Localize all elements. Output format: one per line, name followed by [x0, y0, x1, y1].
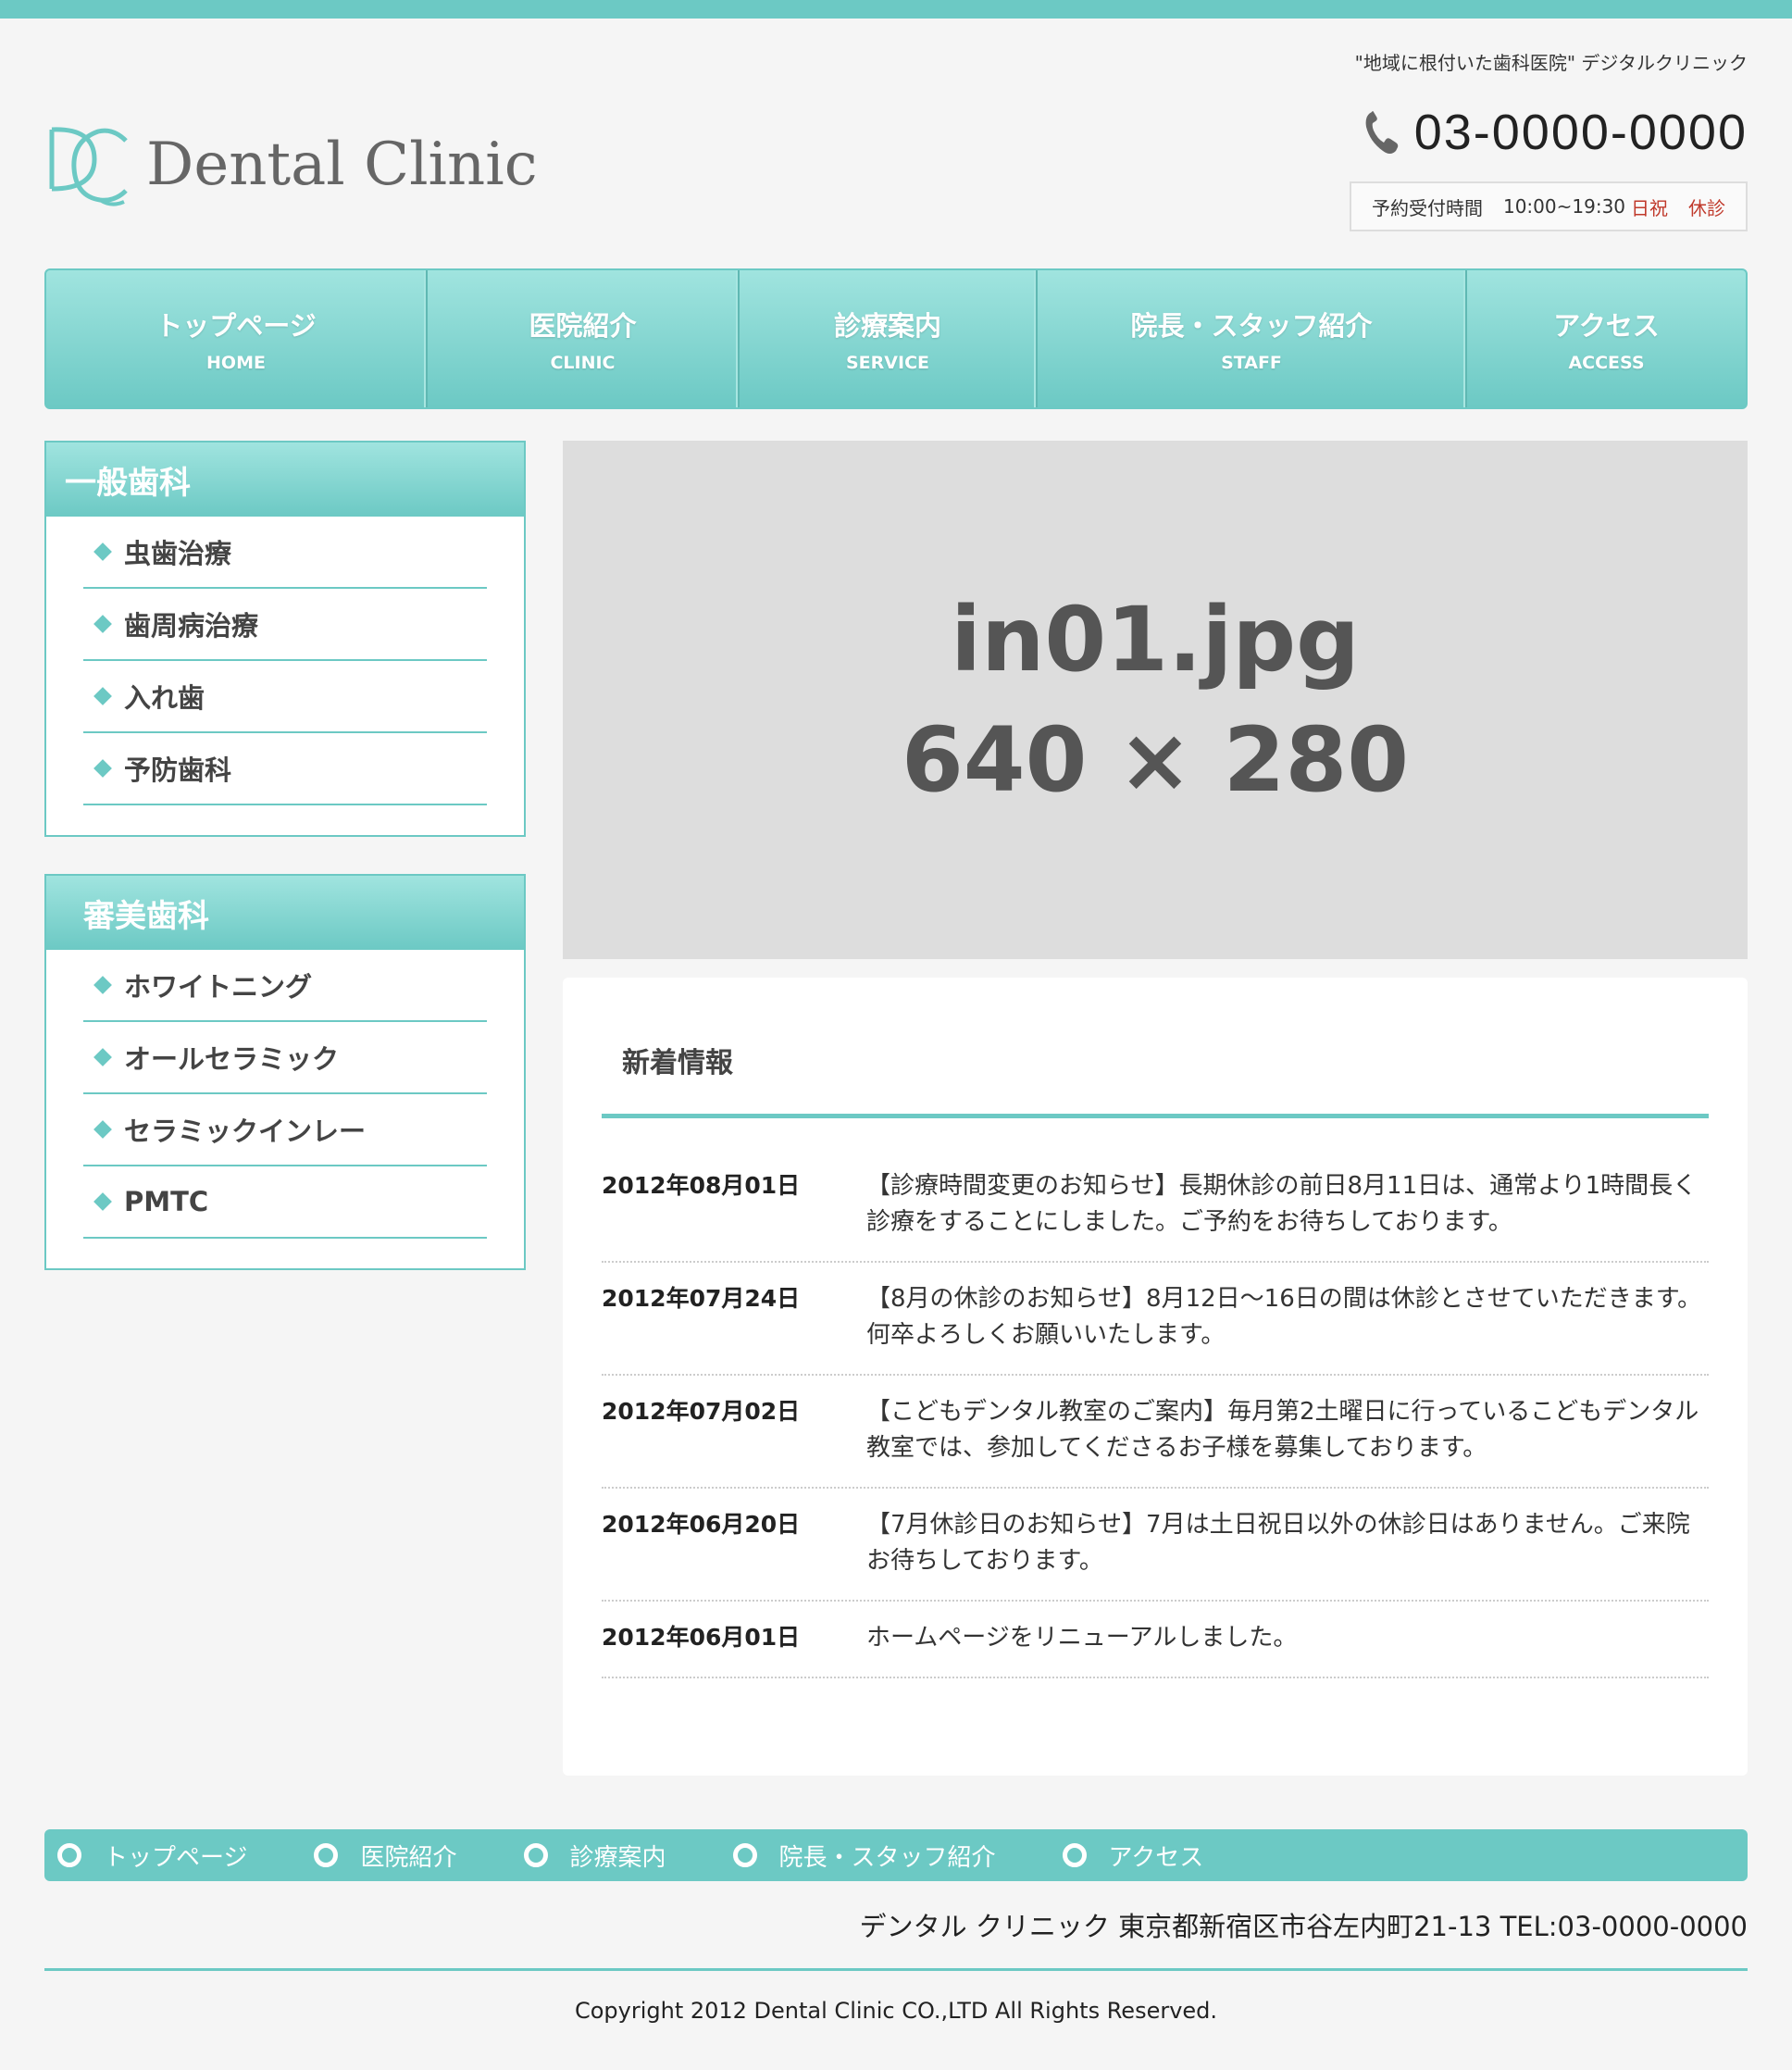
sidebar-item-all-ceramic[interactable]: オールセラミック	[83, 1022, 487, 1094]
news-heading: 新着情報	[602, 978, 1709, 1118]
sidebar-item-ceramic-inlay[interactable]: セラミックインレー	[83, 1094, 487, 1166]
sidebar-item-periodontal[interactable]: 歯周病治療	[83, 589, 487, 661]
sidebar-item-preventive[interactable]: 予防歯科	[83, 733, 487, 805]
diamond-bullet-icon	[93, 976, 112, 994]
diamond-bullet-icon	[93, 1120, 112, 1139]
phone-number: 03-0000-0000	[1413, 105, 1748, 160]
sidebar-item-label: PMTC	[124, 1186, 209, 1217]
footer-nav-label: 院長・スタッフ紹介	[778, 1843, 996, 1872]
footer-nav-staff[interactable]: 院長・スタッフ紹介	[732, 1839, 996, 1873]
diamond-bullet-icon	[93, 759, 112, 778]
hours-holiday: 日祝	[1631, 196, 1669, 219]
footer-nav-home[interactable]: トップページ	[57, 1839, 247, 1873]
sidebar-cosmetic-dentistry: 審美歯科 ホワイトニング オールセラミック セラミックインレー PMTC	[44, 874, 526, 1270]
footer-nav-label: 医院紹介	[360, 1843, 457, 1872]
sidebar-item-label: 虫歯治療	[124, 538, 232, 569]
hours-time: 10:00~19:30	[1502, 195, 1626, 218]
news-date: 2012年07月02日	[602, 1398, 801, 1425]
news-text: 【8月の休診のお知らせ】8月12日～16日の間は休診とさせていただきます。何卒よ…	[866, 1285, 1702, 1349]
nav-label-jp: 院長・スタッフ紹介	[1130, 310, 1373, 342]
footer-nav-clinic[interactable]: 医院紹介	[314, 1839, 457, 1873]
global-nav: トップページ HOME 医院紹介 CLINIC 診療案内 SERVICE 院長・…	[44, 268, 1748, 409]
footer-divider	[44, 1968, 1748, 1971]
circle-bullet-icon	[314, 1843, 339, 1867]
diamond-bullet-icon	[93, 1048, 112, 1066]
news-date: 2012年06月20日	[602, 1511, 801, 1538]
diamond-bullet-icon	[93, 1192, 112, 1211]
footer-nav-service[interactable]: 診療案内	[523, 1839, 666, 1873]
hours-closed: 休診	[1688, 196, 1726, 219]
nav-item-service[interactable]: 診療案内 SERVICE	[740, 270, 1038, 407]
nav-label-en: ACCESS	[1568, 353, 1645, 373]
tagline: "地域に根付いた歯科医院" デジタルクリニック	[1354, 52, 1748, 74]
news-text: 【こどもデンタル教室のご案内】毎月第2土曜日に行っているこどもデンタル教室では、…	[866, 1398, 1699, 1462]
nav-label-jp: 診療案内	[833, 310, 941, 342]
nav-item-home[interactable]: トップページ HOME	[46, 270, 428, 407]
nav-label-jp: トップページ	[156, 310, 317, 342]
diamond-bullet-icon	[93, 542, 112, 561]
sidebar-item-cavity[interactable]: 虫歯治療	[83, 517, 487, 589]
site-logo[interactable]: Dental Clinic	[46, 118, 538, 211]
copyright: Copyright 2012 Dental Clinic CO.,LTD All…	[574, 1998, 1218, 2024]
nav-item-staff[interactable]: 院長・スタッフ紹介 STAFF	[1038, 270, 1467, 407]
news-text: 【7月休診日のお知らせ】7月は土日祝日以外の休診日はありません。ご来院お待ちして…	[866, 1511, 1690, 1575]
sidebar-heading: 審美歯科	[46, 876, 524, 950]
sidebar-item-label: 入れ歯	[124, 682, 205, 714]
footer-nav-label: トップページ	[104, 1843, 248, 1872]
nav-label-jp: アクセス	[1553, 310, 1660, 342]
reservation-hours: 予約受付時間 10:00~19:30 日祝 休診	[1350, 181, 1748, 231]
circle-bullet-icon	[57, 1843, 81, 1867]
circle-bullet-icon	[732, 1843, 757, 1867]
circle-bullet-icon	[523, 1843, 548, 1867]
sidebar-item-label: セラミックインレー	[124, 1116, 367, 1147]
nav-label-en: STAFF	[1221, 353, 1282, 373]
circle-bullet-icon	[1062, 1843, 1087, 1867]
nav-item-access[interactable]: アクセス ACCESS	[1467, 270, 1746, 407]
nav-label-jp: 医院紹介	[529, 310, 637, 342]
footer-address: デンタル クリニック 東京都新宿区市谷左内町21-13 TEL:03-0000-…	[859, 1911, 1748, 1942]
news-item[interactable]: 2012年06月20日 【7月休診日のお知らせ】7月は土日祝日以外の休診日はあり…	[602, 1489, 1709, 1602]
hero-dimensions: 640 × 280	[901, 708, 1410, 812]
news-date: 2012年06月01日	[602, 1624, 801, 1651]
phone-number-block: 03-0000-0000	[1363, 104, 1748, 161]
phone-icon	[1365, 111, 1398, 154]
sidebar-item-label: オールセラミック	[124, 1043, 340, 1075]
news-section: 新着情報 2012年08月01日 【診療時間変更のお知らせ】長期休診の前日8月1…	[563, 978, 1748, 1776]
news-date: 2012年07月24日	[602, 1285, 801, 1312]
news-item[interactable]: 2012年08月01日 【診療時間変更のお知らせ】長期休診の前日8月11日は、通…	[602, 1150, 1709, 1263]
sidebar-general-dentistry: 一般歯科 虫歯治療 歯周病治療 入れ歯 予防歯科	[44, 441, 526, 837]
news-text: ホームページをリニューアルしました。	[866, 1624, 1298, 1652]
nav-label-en: HOME	[206, 353, 266, 373]
top-accent-bar	[0, 0, 1792, 19]
diamond-bullet-icon	[93, 615, 112, 633]
hero-image-placeholder: in01.jpg 640 × 280	[563, 441, 1748, 959]
news-item[interactable]: 2012年07月02日 【こどもデンタル教室のご案内】毎月第2土曜日に行っている…	[602, 1376, 1709, 1489]
sidebar-item-label: 歯周病治療	[124, 610, 259, 642]
diamond-bullet-icon	[93, 687, 112, 705]
news-item[interactable]: 2012年06月01日 ホームページをリニューアルしました。	[602, 1602, 1709, 1678]
news-item[interactable]: 2012年07月24日 【8月の休診のお知らせ】8月12日～16日の間は休診とさ…	[602, 1263, 1709, 1376]
logo-text: Dental Clinic	[146, 131, 538, 199]
footer-nav: トップページ 医院紹介 診療案内 院長・スタッフ紹介 アクセス	[44, 1829, 1748, 1881]
footer-nav-label: アクセス	[1108, 1843, 1204, 1872]
hero-filename: in01.jpg	[951, 588, 1360, 692]
footer-nav-label: 診療案内	[569, 1843, 666, 1872]
news-date: 2012年08月01日	[602, 1172, 801, 1199]
sidebar-item-label: ホワイトニング	[124, 971, 313, 1003]
news-list: 2012年08月01日 【診療時間変更のお知らせ】長期休診の前日8月11日は、通…	[602, 1150, 1709, 1678]
sidebar-heading: 一般歯科	[46, 443, 524, 517]
nav-label-en: CLINIC	[550, 353, 616, 373]
sidebar-item-dentures[interactable]: 入れ歯	[83, 661, 487, 733]
nav-label-en: SERVICE	[846, 353, 929, 373]
sidebar-item-label: 予防歯科	[124, 754, 232, 786]
footer-nav-access[interactable]: アクセス	[1062, 1839, 1204, 1873]
sidebar-item-whitening[interactable]: ホワイトニング	[83, 950, 487, 1022]
hours-label: 予約受付時間	[1371, 196, 1483, 219]
logo-dc-icon	[49, 127, 128, 206]
news-text: 【診療時間変更のお知らせ】長期休診の前日8月11日は、通常より1時間長く診療をす…	[866, 1172, 1698, 1236]
sidebar-item-pmtc[interactable]: PMTC	[83, 1166, 487, 1239]
nav-item-clinic[interactable]: 医院紹介 CLINIC	[428, 270, 740, 407]
